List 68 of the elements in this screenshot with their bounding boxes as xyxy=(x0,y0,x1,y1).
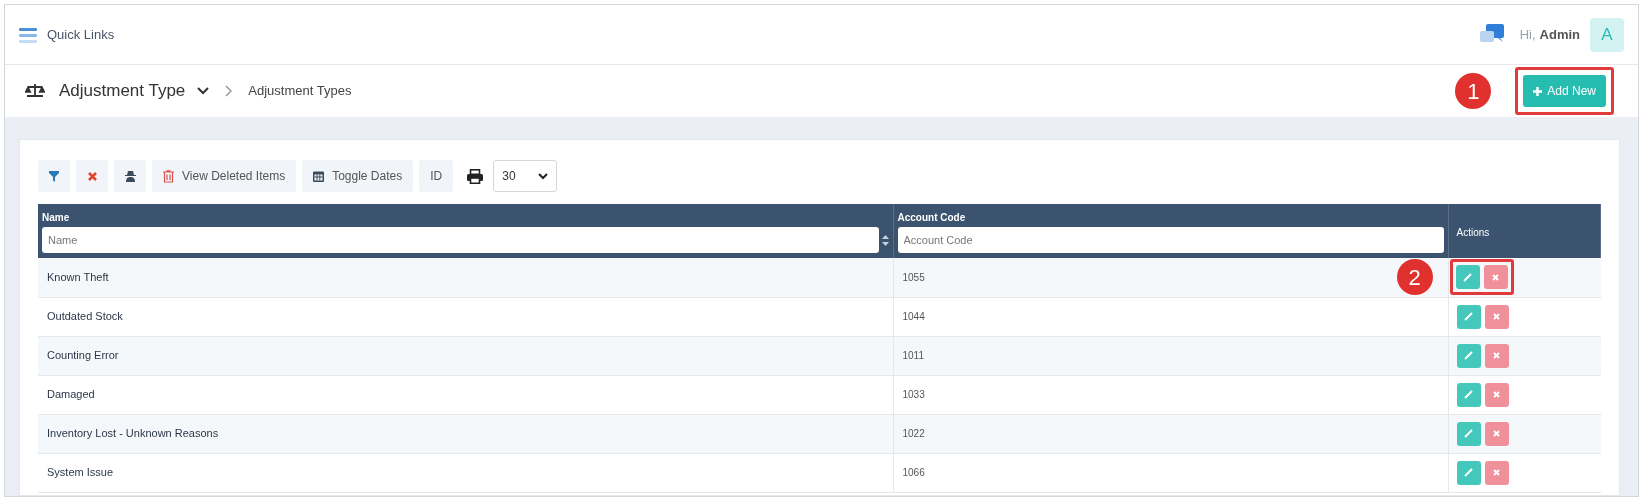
table-cell: Outdated Stock xyxy=(47,310,123,323)
column-header: Account Code xyxy=(896,211,967,225)
close-icon xyxy=(87,171,97,181)
breadcrumb-item[interactable]: Adjustment Types xyxy=(248,81,352,101)
edit-button[interactable] xyxy=(1456,304,1481,329)
edit-button[interactable] xyxy=(1456,460,1481,485)
table-cell: Damaged xyxy=(47,388,95,401)
table-cell: 1055 xyxy=(902,272,925,283)
edit-button[interactable] xyxy=(1456,382,1481,407)
callout-number: 1 xyxy=(1455,73,1492,109)
table-cell: Known Theft xyxy=(47,271,109,283)
pencil-icon xyxy=(1464,468,1473,477)
user-button[interactable] xyxy=(114,160,146,192)
table-cell: 1066 xyxy=(902,467,925,479)
print-icon[interactable] xyxy=(467,168,484,184)
column-header: Actions xyxy=(1455,226,1491,240)
edit-button[interactable] xyxy=(1455,265,1480,290)
table-cell: System Issue xyxy=(47,466,114,479)
clear-filter-button[interactable] xyxy=(76,160,108,192)
filter-icon xyxy=(49,170,59,182)
trash-icon xyxy=(163,169,174,183)
greeting-text: Hi, xyxy=(1519,25,1536,44)
pencil-icon xyxy=(1464,429,1473,438)
table-cell: 1044 xyxy=(902,311,925,323)
toggle-dates-button[interactable]: Toggle Dates xyxy=(302,160,414,192)
user-name: Admin xyxy=(1539,25,1580,44)
id-button[interactable]: ID xyxy=(419,160,454,192)
delete-button[interactable] xyxy=(1483,265,1508,290)
delete-button[interactable] xyxy=(1484,421,1509,446)
sort-icon[interactable] xyxy=(881,234,889,246)
close-icon xyxy=(1493,352,1500,359)
table-cell: 1033 xyxy=(902,389,925,401)
chevron-down-icon[interactable] xyxy=(197,87,210,95)
menu-icon[interactable] xyxy=(19,26,37,43)
filter-button[interactable] xyxy=(38,160,70,192)
table-cell: 1011 xyxy=(902,350,924,362)
user-secret-icon xyxy=(124,170,136,182)
close-icon xyxy=(1493,469,1500,476)
page-title: Adjustment Type xyxy=(59,80,186,103)
filter-field[interactable]: Name xyxy=(42,227,879,253)
chevron-right-icon xyxy=(225,85,233,97)
edit-button[interactable] xyxy=(1456,421,1481,446)
page-size-select[interactable]: 30 xyxy=(493,160,558,192)
pencil-icon xyxy=(1464,390,1473,399)
close-icon xyxy=(1492,273,1499,281)
callout-number: 2 xyxy=(1396,259,1433,295)
filter-field[interactable]: Account Code xyxy=(897,227,1444,253)
table-cell: 1022 xyxy=(902,428,925,440)
pencil-icon xyxy=(1464,351,1473,360)
quick-links-link[interactable]: Quick Links xyxy=(47,24,115,45)
plus-icon xyxy=(1533,86,1543,96)
table-cell: Inventory Lost - Unknown Reasons xyxy=(47,427,219,440)
delete-button[interactable] xyxy=(1484,304,1509,329)
pencil-icon xyxy=(1463,272,1472,282)
scale-icon xyxy=(25,83,45,99)
edit-button[interactable] xyxy=(1456,343,1481,368)
close-icon xyxy=(1493,391,1500,398)
chevron-down-icon xyxy=(538,172,549,180)
table-cell: Counting Error xyxy=(47,349,119,362)
delete-button[interactable] xyxy=(1484,460,1509,485)
delete-button[interactable] xyxy=(1484,382,1509,407)
close-icon xyxy=(1493,313,1500,320)
delete-button[interactable] xyxy=(1484,343,1509,368)
close-icon xyxy=(1493,430,1500,437)
calendar-icon xyxy=(313,170,325,182)
column-header: Name xyxy=(41,211,71,225)
view-deleted-button[interactable]: View Deleted Items xyxy=(152,160,297,192)
pencil-icon xyxy=(1464,312,1473,321)
